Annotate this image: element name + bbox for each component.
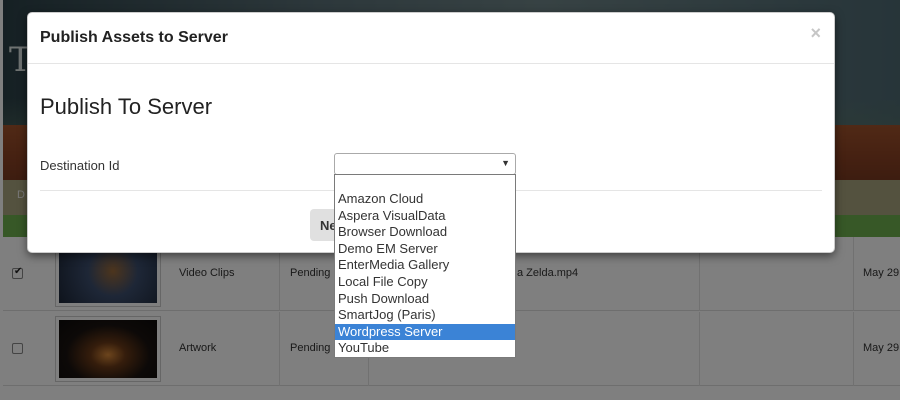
- dropdown-option-smartjog-paris[interactable]: SmartJog (Paris): [335, 307, 515, 324]
- dropdown-option-entermedia-gallery[interactable]: EnterMedia Gallery: [335, 257, 515, 274]
- dropdown-option-browser-download[interactable]: Browser Download: [335, 224, 515, 241]
- dropdown-option-wordpress-server[interactable]: Wordpress Server: [335, 323, 515, 341]
- destination-id-label: Destination Id: [40, 158, 120, 173]
- dropdown-option-push-download[interactable]: Push Download: [335, 291, 515, 308]
- destination-id-select[interactable]: ▼: [334, 153, 516, 175]
- dropdown-option-amazon-cloud[interactable]: Amazon Cloud: [335, 191, 515, 208]
- close-icon[interactable]: ×: [810, 23, 821, 44]
- modal-header: Publish Assets to Server ×: [28, 13, 834, 64]
- dropdown-option-aspera-visualdata[interactable]: Aspera VisualData: [335, 208, 515, 225]
- section-title: Publish To Server: [40, 94, 213, 119]
- dropdown-option-local-file-copy[interactable]: Local File Copy: [335, 274, 515, 291]
- modal-title: Publish Assets to Server: [40, 29, 228, 46]
- dropdown-option-demo-em-server[interactable]: Demo EM Server: [335, 241, 515, 258]
- chevron-down-icon: ▼: [501, 158, 510, 168]
- dropdown-option-youtube[interactable]: YouTube: [335, 340, 515, 357]
- destination-dropdown-list[interactable]: Amazon Cloud Aspera VisualData Browser D…: [334, 174, 516, 358]
